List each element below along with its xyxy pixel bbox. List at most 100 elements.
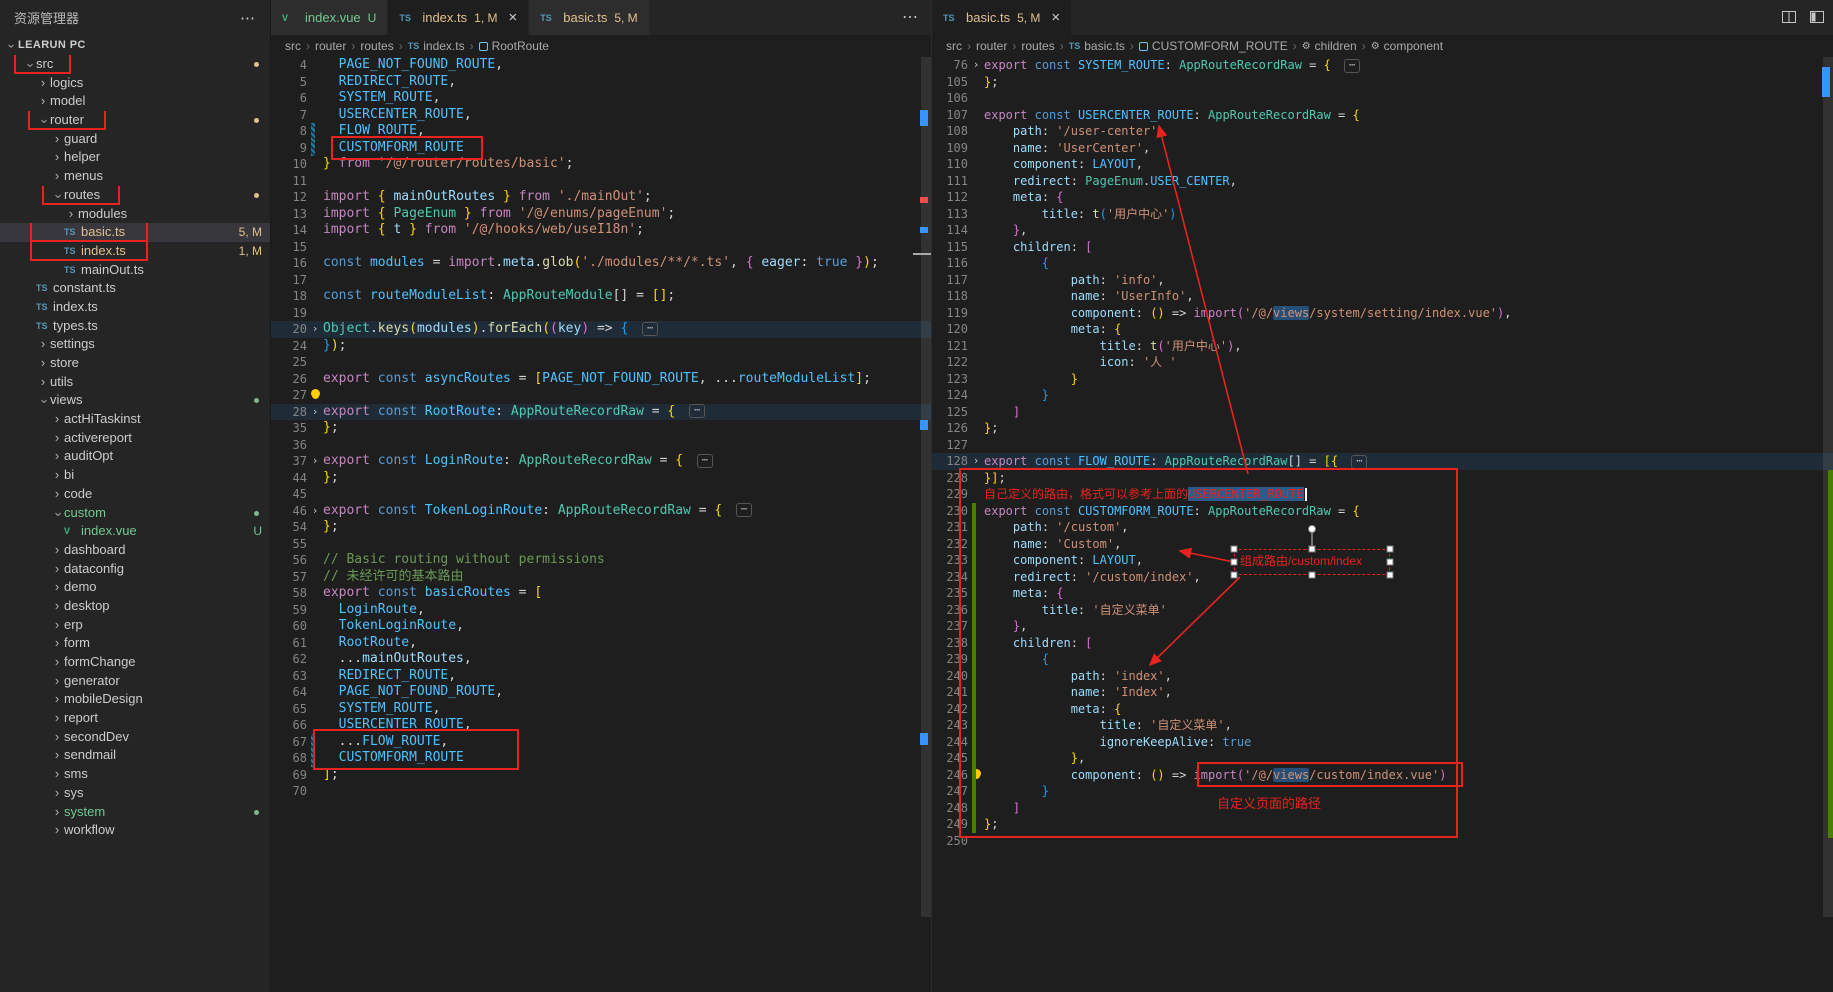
tree-item-modules[interactable]: ›modules [0, 205, 270, 224]
code-line-8[interactable]: 8 FLOW_ROUTE, [271, 123, 931, 140]
tree-item-sms[interactable]: ›sms [0, 765, 270, 784]
breadcrumb-src[interactable]: src [285, 39, 301, 53]
code-line-237[interactable]: 237 }, [932, 618, 1833, 635]
code-line-113[interactable]: 113 title: t('用户中心') [932, 206, 1833, 223]
code-line-56[interactable]: 56// Basic routing without permissions [271, 552, 931, 569]
code-line-108[interactable]: 108 path: '/user-center', [932, 123, 1833, 140]
breadcrumb-CUSTOMFORM_ROUTE[interactable]: CUSTOMFORM_ROUTE [1139, 39, 1288, 53]
code-line-235[interactable]: 235 meta: { [932, 585, 1833, 602]
code-line-105[interactable]: 105}; [932, 74, 1833, 91]
code-line-37[interactable]: 37›export const LoginRoute: AppRouteReco… [271, 453, 931, 470]
code-line-118[interactable]: 118 name: 'UserInfo', [932, 288, 1833, 305]
code-line-62[interactable]: 62 ...mainOutRoutes, [271, 651, 931, 668]
code-line-112[interactable]: 112 meta: { [932, 189, 1833, 206]
code-line-27[interactable]: 27 [271, 387, 931, 404]
code-line-58[interactable]: 58export const basicRoutes = [ [271, 585, 931, 602]
tab-basic.ts[interactable]: TSbasic.ts5, M× [932, 0, 1072, 35]
code-line-63[interactable]: 63 REDIRECT_ROUTE, [271, 668, 931, 685]
tree-item-erp[interactable]: ›erp [0, 616, 270, 635]
tree-item-views[interactable]: ›views [0, 391, 270, 410]
code-line-126[interactable]: 126}; [932, 420, 1833, 437]
breadcrumb-basic.ts[interactable]: TSbasic.ts [1069, 39, 1125, 53]
explorer-more-icon[interactable]: ⋯ [240, 9, 256, 27]
code-line-231[interactable]: 231 path: '/custom', [932, 519, 1833, 536]
code-line-238[interactable]: 238 children: [ [932, 635, 1833, 652]
overview-ruler[interactable] [917, 57, 931, 992]
code-line-249[interactable]: 249}; [932, 816, 1833, 833]
tree-item-auditOpt[interactable]: ›auditOpt [0, 447, 270, 466]
code-line-127[interactable]: 127 [932, 437, 1833, 454]
code-line-59[interactable]: 59 LoginRoute, [271, 602, 931, 619]
tree-item-basic.ts[interactable]: TSbasic.ts5, M [0, 223, 270, 242]
code-line-120[interactable]: 120 meta: { [932, 321, 1833, 338]
tree-item-sendmail[interactable]: ›sendmail [0, 746, 270, 765]
code-line-9[interactable]: 9 CUSTOMFORM_ROUTE [271, 140, 931, 157]
code-line-24[interactable]: 24}); [271, 338, 931, 355]
tab-index.ts[interactable]: TSindex.ts1, M× [388, 0, 529, 35]
tree-item-sys[interactable]: ›sys [0, 784, 270, 803]
tree-item-helper[interactable]: ›helper [0, 148, 270, 167]
code-line-15[interactable]: 15 [271, 239, 931, 256]
tree-item-index.ts[interactable]: TSindex.ts [0, 298, 270, 317]
code-line-125[interactable]: 125 ] [932, 404, 1833, 421]
tree-item-guard[interactable]: ›guard [0, 130, 270, 149]
editor1-more-actions-icon[interactable]: ⋯ [902, 7, 919, 27]
tree-item-code[interactable]: ›code [0, 485, 270, 504]
code-line-240[interactable]: 240 path: 'index', [932, 668, 1833, 685]
tree-item-utils[interactable]: ›utils [0, 373, 270, 392]
project-section-header[interactable]: › LEARUN PC [0, 35, 270, 55]
code-line-245[interactable]: 245 }, [932, 750, 1833, 767]
tree-item-custom[interactable]: ›custom [0, 504, 270, 523]
fold-chevron-icon[interactable]: › [968, 57, 984, 74]
tree-item-demo[interactable]: ›demo [0, 578, 270, 597]
fold-chevron-icon[interactable]: › [307, 321, 323, 338]
code-line-60[interactable]: 60 TokenLoginRoute, [271, 618, 931, 635]
tree-item-src[interactable]: ›src [0, 55, 270, 74]
code-line-114[interactable]: 114 }, [932, 222, 1833, 239]
folded-code-badge[interactable]: ⋯ [1351, 455, 1367, 469]
code-line-243[interactable]: 243 title: '自定义菜单', [932, 717, 1833, 734]
code-line-110[interactable]: 110 component: LAYOUT, [932, 156, 1833, 173]
fold-chevron-icon[interactable]: › [307, 503, 323, 520]
code-line-76[interactable]: 76›export const SYSTEM_ROUTE: AppRouteRe… [932, 57, 1833, 74]
code-line-116[interactable]: 116 { [932, 255, 1833, 272]
tree-item-types.ts[interactable]: TStypes.ts [0, 317, 270, 336]
folded-code-badge[interactable]: ⋯ [736, 503, 752, 517]
code-line-5[interactable]: 5 REDIRECT_ROUTE, [271, 74, 931, 91]
tree-item-form[interactable]: ›form [0, 634, 270, 653]
tab-index.vue[interactable]: Vindex.vueU [271, 0, 388, 35]
code-line-19[interactable]: 19 [271, 305, 931, 322]
folded-code-badge[interactable]: ⋯ [642, 322, 658, 336]
code-line-7[interactable]: 7 USERCENTER_ROUTE, [271, 107, 931, 124]
code-line-128[interactable]: 128›export const FLOW_ROUTE: AppRouteRec… [932, 453, 1833, 470]
tree-item-workflow[interactable]: ›workflow [0, 821, 270, 840]
fold-chevron-icon[interactable]: › [968, 453, 984, 470]
code-line-66[interactable]: 66 USERCENTER_ROUTE, [271, 717, 931, 734]
close-icon[interactable]: × [1051, 10, 1060, 25]
code-line-68[interactable]: 68 CUSTOMFORM_ROUTE [271, 750, 931, 767]
code-line-229[interactable]: 229自己定义的路由，格式可以参考上面的USERCENTER_ROUTE [932, 486, 1833, 503]
code-line-26[interactable]: 26export const asyncRoutes = [PAGE_NOT_F… [271, 371, 931, 388]
tree-item-index.vue[interactable]: Vindex.vueU [0, 522, 270, 541]
code-line-250[interactable]: 250 [932, 833, 1833, 850]
tree-item-dashboard[interactable]: ›dashboard [0, 541, 270, 560]
tab-basic.ts[interactable]: TSbasic.ts5, M [529, 0, 649, 35]
code-line-247[interactable]: 247 } [932, 783, 1833, 800]
breadcrumb-src[interactable]: src [946, 39, 962, 53]
code-line-69[interactable]: 69]; [271, 767, 931, 784]
tree-item-logics[interactable]: ›logics [0, 74, 270, 93]
code-line-65[interactable]: 65 SYSTEM_ROUTE, [271, 701, 931, 718]
close-icon[interactable]: × [508, 10, 517, 25]
breadcrumb-routes[interactable]: routes [1021, 39, 1054, 53]
breadcrumb-routes[interactable]: routes [360, 39, 393, 53]
code-line-106[interactable]: 106 [932, 90, 1833, 107]
folded-code-badge[interactable]: ⋯ [1344, 59, 1360, 73]
code-line-64[interactable]: 64 PAGE_NOT_FOUND_ROUTE, [271, 684, 931, 701]
code-line-16[interactable]: 16const modules = import.meta.glob('./mo… [271, 255, 931, 272]
fold-chevron-icon[interactable]: › [307, 453, 323, 470]
code-line-20[interactable]: 20›Object.keys(modules).forEach((key) =>… [271, 321, 931, 338]
code-line-248[interactable]: 248 ] [932, 800, 1833, 817]
code-line-241[interactable]: 241 name: 'Index', [932, 684, 1833, 701]
tree-item-bi[interactable]: ›bi [0, 466, 270, 485]
tree-item-model[interactable]: ›model [0, 92, 270, 111]
